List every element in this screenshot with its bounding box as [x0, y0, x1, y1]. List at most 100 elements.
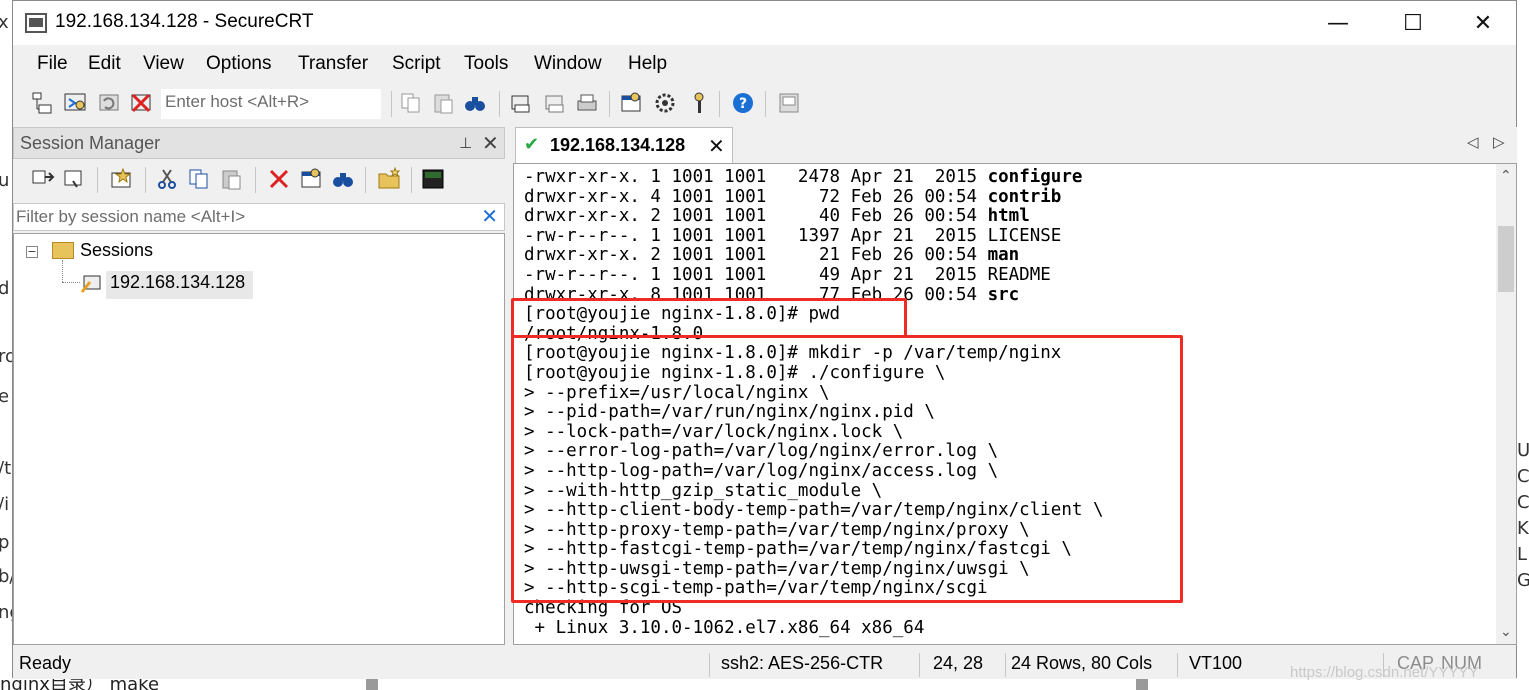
terminal-icon[interactable] — [421, 167, 445, 191]
printer-icon[interactable] — [575, 91, 599, 115]
status-cipher: ssh2: AES-256-CTR — [721, 653, 884, 673]
menu-script[interactable]: Script — [392, 53, 441, 75]
toolbar-separator — [765, 91, 766, 117]
session-options-icon[interactable] — [619, 91, 643, 115]
tab-scroll-right-icon[interactable]: ▷ — [1493, 133, 1505, 151]
disconnect-icon[interactable] — [129, 91, 153, 115]
status-emulation: VT100 — [1189, 653, 1243, 673]
session-manager-panel: Session Manager ⊥ ✕ Filter by session na… — [13, 127, 505, 645]
status-separator — [1005, 653, 1006, 677]
paste-session-icon[interactable] — [219, 167, 243, 191]
menu-transfer[interactable]: Transfer — [298, 53, 368, 75]
svg-text:?: ? — [739, 96, 747, 112]
terminal-bold-text: contrib — [987, 186, 1062, 207]
key-icon[interactable] — [687, 91, 711, 115]
session-filter-placeholder: Filter by session name <Alt+I> — [16, 207, 246, 226]
menu-options[interactable]: Options — [206, 53, 271, 75]
bg-letter: K — [1517, 518, 1529, 539]
toolbar-separator — [145, 167, 146, 193]
bg-letter: /i — [0, 494, 10, 515]
close-tab-icon[interactable]: ✕ — [708, 134, 725, 158]
terminal-area: ✔ 192.168.134.128 ✕ ◁ ▷ -rwxr-xr-x. 1 10… — [511, 127, 1517, 645]
toolbar-separator — [97, 167, 98, 193]
new-folder-icon[interactable] — [377, 167, 401, 191]
menu-view[interactable]: View — [143, 53, 184, 75]
menu-help[interactable]: Help — [628, 53, 667, 75]
bg-letter: L — [1517, 544, 1528, 565]
menu-file[interactable]: File — [37, 53, 68, 75]
main-toolbar: Enter host <Alt+R> ? — [13, 85, 1516, 123]
status-separator — [1177, 653, 1178, 677]
securecrt-window: 192.168.134.128 - SecureCRT — ☐ ✕ File E… — [12, 0, 1517, 679]
connect-icon[interactable] — [31, 91, 55, 115]
tab-label: 192.168.134.128 — [550, 135, 686, 155]
terminal-line: + Linux 3.10.0-1062.el7.x86_64 x86_64 — [524, 617, 925, 638]
scroll-down-icon[interactable]: ⌄ — [1500, 624, 1512, 640]
cut-icon[interactable] — [155, 167, 179, 191]
bg-letter: C — [1517, 466, 1529, 487]
connect-in-tab-icon[interactable] — [63, 167, 87, 191]
collapse-icon[interactable]: − — [26, 246, 38, 258]
new-session-icon[interactable] — [109, 167, 133, 191]
folder-icon — [52, 242, 74, 259]
bg-letter: d — [0, 278, 10, 299]
toolbar-separator — [499, 91, 500, 117]
status-separator — [709, 653, 710, 677]
help-icon[interactable]: ? — [731, 91, 755, 115]
session-filter-input[interactable]: Filter by session name <Alt+I> ✕ — [13, 203, 505, 231]
title-bar[interactable]: 192.168.134.128 - SecureCRT — ☐ ✕ — [13, 1, 1516, 45]
highlight-box-pwd — [511, 298, 907, 338]
reconnect-icon[interactable] — [97, 91, 121, 115]
status-ready: Ready — [19, 653, 72, 673]
find-icon[interactable] — [463, 91, 487, 115]
session-manager-toolbar — [13, 161, 505, 201]
tree-item-sessions[interactable]: Sessions — [80, 240, 153, 261]
pin-icon[interactable]: ⊥ — [459, 134, 472, 152]
bg-letter: e — [0, 386, 10, 407]
session-tab[interactable]: ✔ 192.168.134.128 ✕ — [515, 127, 733, 163]
connected-check-icon: ✔ — [524, 134, 540, 155]
global-options-icon[interactable] — [653, 91, 677, 115]
bg-letter: G — [1517, 570, 1529, 591]
maximize-button[interactable]: ☐ — [1378, 1, 1448, 45]
enter-host-input[interactable]: Enter host <Alt+R> — [161, 89, 381, 119]
paste-icon[interactable] — [431, 91, 455, 115]
tree-connector — [62, 282, 80, 283]
clear-filter-icon[interactable]: ✕ — [481, 204, 498, 228]
terminal-line: drwxr-xr-x. 2 1001 1001 40 Feb 26 00:54 … — [524, 206, 1030, 227]
connect-session-icon[interactable] — [31, 167, 55, 191]
menu-tools[interactable]: Tools — [464, 53, 508, 75]
terminal-line: -rw-r--r--. 1 1001 1001 49 Apr 21 2015 R… — [524, 264, 1051, 285]
close-window-button[interactable]: ✕ — [1448, 1, 1518, 45]
terminal-line: drwxr-xr-x. 4 1001 1001 72 Feb 26 00:54 … — [524, 186, 1062, 207]
delete-icon[interactable] — [267, 167, 291, 191]
tab-scroll-left-icon[interactable]: ◁ — [1467, 133, 1479, 151]
properties-icon[interactable] — [299, 167, 323, 191]
bg-letter: p — [0, 532, 10, 553]
print-selection-icon[interactable] — [543, 91, 567, 115]
quick-connect-icon[interactable] — [63, 91, 87, 115]
highlight-box-configure — [511, 335, 1183, 603]
keymap-icon[interactable] — [777, 91, 801, 115]
print-icon[interactable] — [509, 91, 533, 115]
terminal-scrollbar[interactable]: ⌃ ⌄ — [1496, 164, 1516, 644]
terminal-line: drwxr-xr-x. 2 1001 1001 21 Feb 26 00:54 … — [524, 245, 1020, 266]
window-title: 192.168.134.128 - SecureCRT — [55, 11, 314, 32]
copy-icon[interactable] — [399, 91, 423, 115]
menu-window[interactable]: Window — [534, 53, 602, 75]
scrollbar-thumb[interactable] — [1498, 226, 1514, 292]
find-session-icon[interactable] — [331, 167, 355, 191]
bg-letter: x — [0, 12, 9, 33]
menu-edit[interactable]: Edit — [88, 53, 121, 75]
tree-item-session[interactable]: 192.168.134.128 — [110, 272, 245, 293]
session-manager-header: Session Manager ⊥ ✕ — [13, 127, 505, 159]
terminal-bold-text: configure — [987, 168, 1083, 187]
copy-session-icon[interactable] — [187, 167, 211, 191]
status-terminal-size: 24 Rows, 80 Cols — [1011, 653, 1153, 673]
terminal-line: -rw-r--r--. 1 1001 1001 1397 Apr 21 2015… — [524, 225, 1062, 246]
minimize-button[interactable]: — — [1303, 1, 1373, 45]
scroll-up-icon[interactable]: ⌃ — [1500, 168, 1512, 184]
toolbar-separator — [365, 167, 366, 193]
bg-letter: C — [1517, 492, 1529, 513]
close-panel-icon[interactable]: ✕ — [482, 131, 499, 155]
